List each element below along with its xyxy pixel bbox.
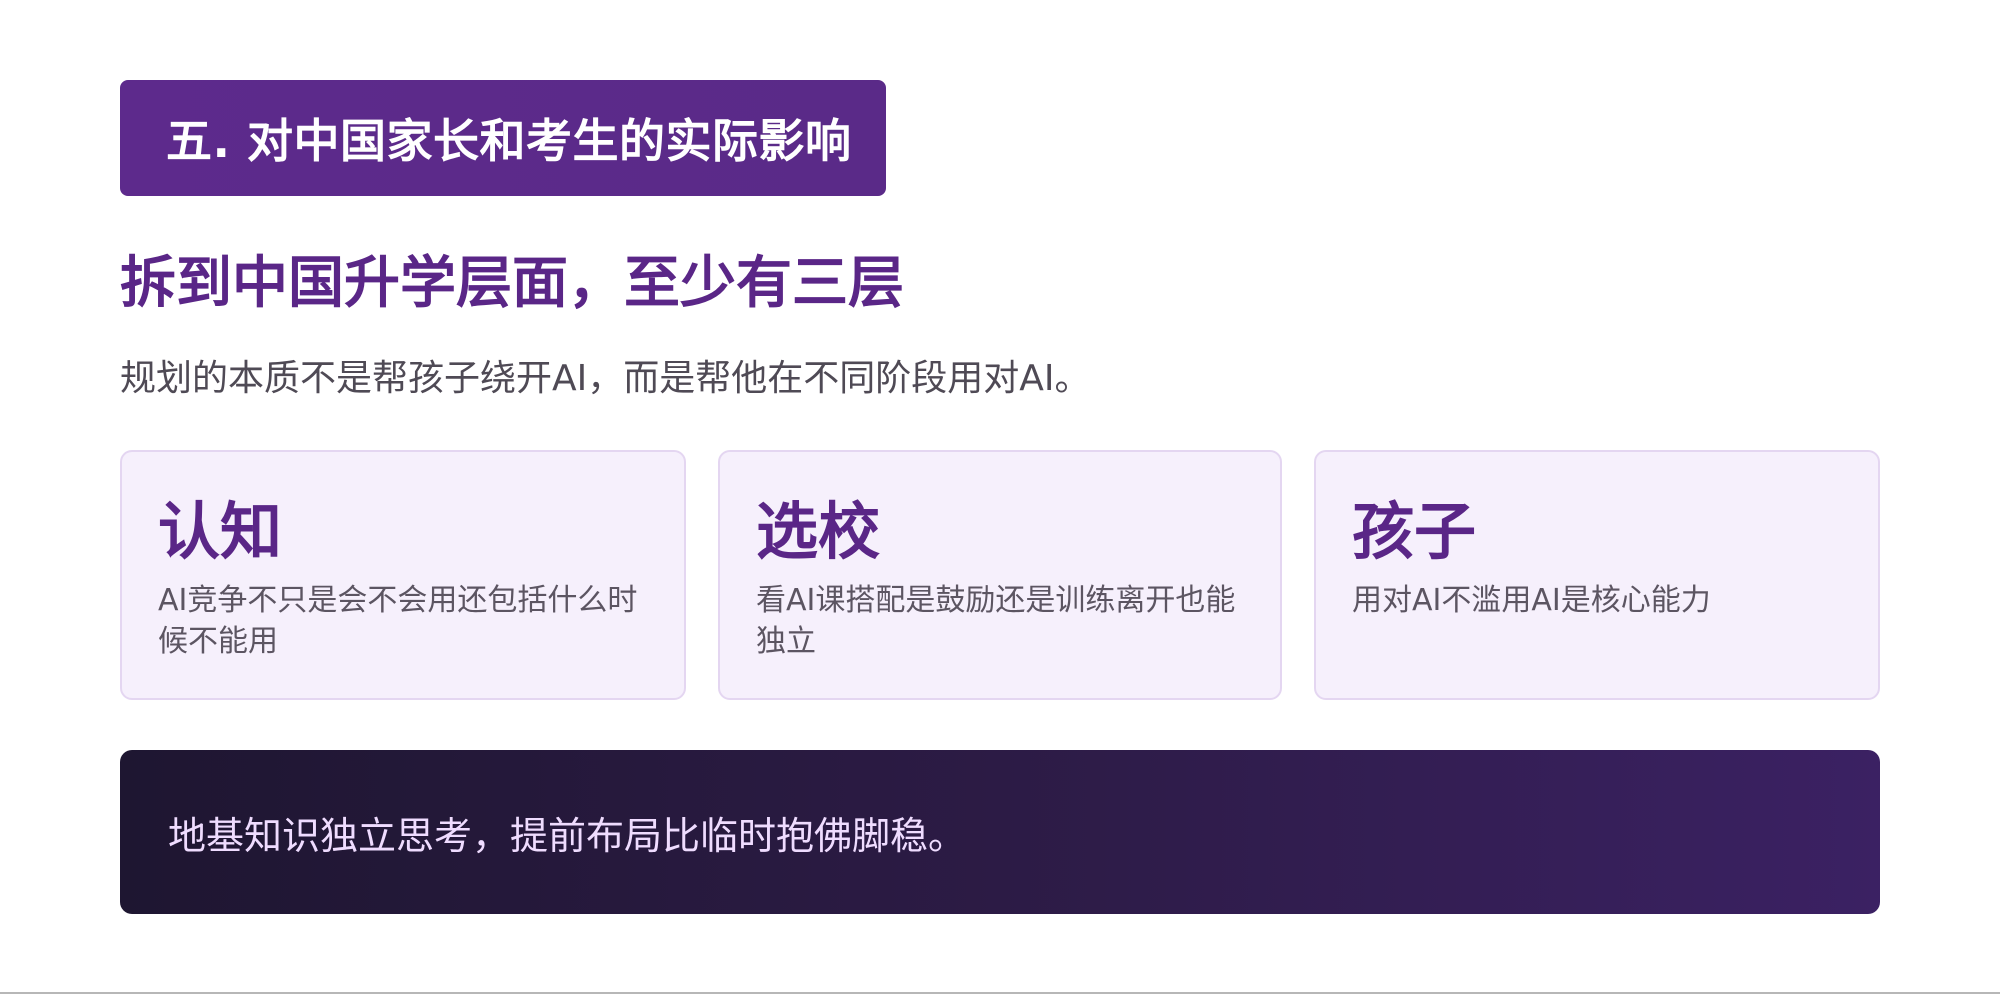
- card-title: 孩子: [1352, 495, 1477, 568]
- card-description: AI竞争不只是会不会用还包括什么时候不能用: [158, 583, 638, 659]
- slide: 五. 对中国家长和考生的实际影响 拆到中国升学层面，至少有三层 规划的本质不是帮…: [0, 0, 2000, 996]
- card-school-selection: 选校 看AI课搭配是鼓励还是训练离开也能独立: [718, 450, 1282, 700]
- summary-callout: 地基知识独立思考，提前布局比临时抱佛脚稳。: [120, 750, 1880, 914]
- card-title: 选校: [756, 495, 881, 568]
- headline: 拆到中国升学层面，至少有三层: [120, 251, 904, 316]
- card-grid: 认知 AI竞争不只是会不会用还包括什么时候不能用 选校 看AI课搭配是鼓励还是训…: [120, 450, 1880, 702]
- card-title: 认知: [158, 495, 283, 568]
- card-cognition: 认知 AI竞争不只是会不会用还包括什么时候不能用: [120, 450, 686, 700]
- section-title: 五. 对中国家长和考生的实际影响: [166, 114, 852, 168]
- subtitle: 规划的本质不是帮孩子绕开AI，而是帮他在不同阶段用对AI。: [120, 358, 1091, 399]
- card-description: 用对AI不滥用AI是核心能力: [1352, 583, 1711, 618]
- callout-text: 地基知识独立思考，提前布局比临时抱佛脚稳。: [168, 813, 967, 858]
- section-badge: 五. 对中国家长和考生的实际影响: [120, 80, 886, 196]
- bottom-divider: [0, 992, 2000, 994]
- card-description: 看AI课搭配是鼓励还是训练离开也能独立: [756, 583, 1236, 659]
- card-child: 孩子 用对AI不滥用AI是核心能力: [1314, 450, 1880, 700]
